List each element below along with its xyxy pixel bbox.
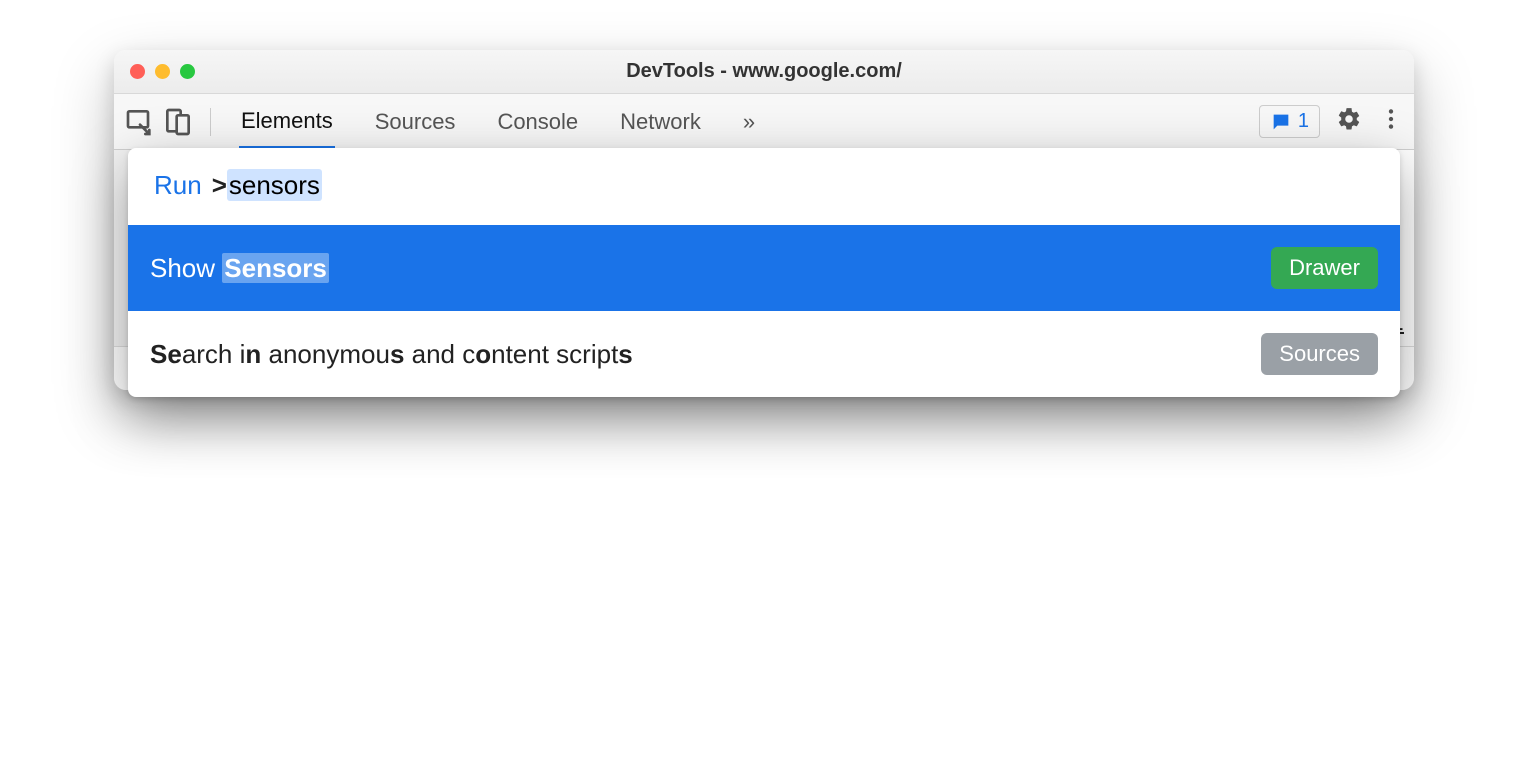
command-menu-item[interactable]: Show Sensors Drawer <box>128 225 1400 311</box>
more-tabs-icon[interactable]: » <box>741 97 757 147</box>
tab-elements[interactable]: Elements <box>239 96 335 149</box>
more-options-icon[interactable] <box>1378 106 1404 137</box>
window-title: DevTools - www.google.com/ <box>114 60 1414 83</box>
device-toolbar-icon[interactable] <box>162 106 194 138</box>
command-item-label: Search in anonymous and content scripts <box>150 339 633 370</box>
zoom-window-icon[interactable] <box>180 64 195 79</box>
content-area: ⋮⋮ NT;hWT9Jb:.CLIENT;WCulWe:.CLIENT;VM 8… <box>114 150 1414 390</box>
command-prompt-icon: > <box>212 170 227 200</box>
separator <box>210 108 211 136</box>
tab-network[interactable]: Network <box>618 97 703 147</box>
devtools-window: DevTools - www.google.com/ Elements Sour… <box>114 50 1414 390</box>
close-window-icon[interactable] <box>130 64 145 79</box>
command-menu-item[interactable]: Search in anonymous and content scripts S… <box>128 311 1400 397</box>
toolbar-right: 1 <box>1259 105 1404 138</box>
titlebar: DevTools - www.google.com/ <box>114 50 1414 94</box>
command-menu: Run >sensors Show Sensors Drawer Search in… <box>128 148 1400 397</box>
traffic-lights <box>114 64 195 79</box>
minimize-window-icon[interactable] <box>155 64 170 79</box>
tab-console[interactable]: Console <box>495 97 580 147</box>
feedback-button[interactable]: 1 <box>1259 105 1320 138</box>
command-query: sensors <box>227 169 322 201</box>
feedback-count: 1 <box>1298 110 1309 133</box>
command-item-badge: Drawer <box>1271 247 1378 289</box>
devtools-toolbar: Elements Sources Console Network » 1 <box>114 94 1414 150</box>
command-run-label: Run <box>154 170 202 201</box>
settings-icon[interactable] <box>1336 106 1362 137</box>
command-item-label: Show Sensors <box>150 253 329 284</box>
panel-tabs: Elements Sources Console Network » <box>239 96 757 148</box>
command-item-badge: Sources <box>1261 333 1378 375</box>
tab-sources[interactable]: Sources <box>373 97 458 147</box>
inspect-element-icon[interactable] <box>124 106 156 138</box>
command-input-row[interactable]: Run >sensors <box>128 148 1400 225</box>
